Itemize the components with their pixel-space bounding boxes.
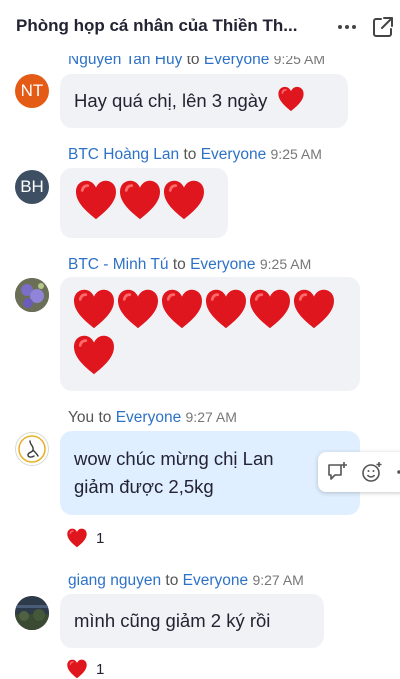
landscape-photo-icon xyxy=(15,596,49,630)
message-meta: giang nguyen to Everyone 9:27 AM xyxy=(68,572,304,590)
heart-reaction-icon xyxy=(66,528,88,548)
message-bubble[interactable]: wow chúc mừng chị Lan giảm được 2,5kg xyxy=(60,431,360,515)
chat-header: Phòng họp cá nhân của Thiền Th... xyxy=(0,0,400,56)
heart-reaction-icon xyxy=(66,659,88,679)
avatar-initials: NT xyxy=(20,81,44,100)
timestamp: 9:25 AM xyxy=(270,146,322,162)
reply-in-thread-icon[interactable] xyxy=(326,460,350,484)
message-meta: BTC - Minh Tú to Everyone 9:25 AM xyxy=(68,256,311,274)
message-bubble[interactable]: Hay quá chị, lên 3 ngày xyxy=(60,74,348,128)
flower-photo-icon xyxy=(15,278,49,312)
avatar xyxy=(15,278,49,312)
avatar xyxy=(15,596,49,630)
message-text-line: giảm được 2,5kg xyxy=(74,476,214,497)
heart-emoji xyxy=(292,288,336,330)
message-meta: You to Everyone 9:27 AM xyxy=(68,409,237,427)
meeting-title: Phòng họp cá nhân của Thiền Th... xyxy=(16,16,298,35)
to-label: to xyxy=(183,146,197,163)
message-text: mình cũng giảm 2 ký rồi xyxy=(74,610,271,631)
heart-emoji xyxy=(277,86,305,112)
timestamp: 9:25 AM xyxy=(259,256,312,272)
heart-emoji xyxy=(74,179,118,221)
message-bubble[interactable]: mình cũng giảm 2 ký rồi xyxy=(60,594,324,648)
reaction-count: 1 xyxy=(96,660,105,678)
recipient-name[interactable]: Everyone xyxy=(116,409,181,426)
reaction-count: 1 xyxy=(96,529,105,547)
to-label: to xyxy=(165,572,179,589)
message-meta: BTC Hoàng Lan to Everyone 9:25 AM xyxy=(68,146,322,164)
to-label: to xyxy=(98,409,112,426)
heart-emoji xyxy=(248,288,292,330)
heart-emoji xyxy=(160,288,204,330)
heart-emoji xyxy=(116,288,160,330)
more-actions-icon[interactable] xyxy=(394,460,400,484)
recipient-name[interactable]: Everyone xyxy=(190,256,255,273)
message-text-line: wow chúc mừng chị Lan xyxy=(74,448,274,469)
reaction-chip[interactable]: 1 xyxy=(66,659,104,679)
heart-emoji xyxy=(72,288,116,330)
add-reaction-icon[interactable] xyxy=(360,460,384,484)
sender-name[interactable]: giang nguyen xyxy=(68,572,161,589)
sender-name[interactable]: BTC - Minh Tú xyxy=(68,256,169,273)
timestamp: 9:27 AM xyxy=(185,409,237,425)
avatar xyxy=(15,432,49,466)
heart-emoji xyxy=(162,179,206,221)
user-avatar-icon xyxy=(18,435,46,463)
reaction-chip[interactable]: 1 xyxy=(66,528,104,548)
recipient-name[interactable]: Everyone xyxy=(183,572,248,589)
heart-emoji xyxy=(204,288,248,330)
avatar-initials: BH xyxy=(20,177,44,196)
chat-panel: NT Nguyen Tan Huy to Everyone 9:25 AM Ha… xyxy=(0,0,400,673)
pop-out-icon[interactable] xyxy=(370,14,396,40)
sender-name[interactable]: BTC Hoàng Lan xyxy=(68,146,179,163)
sender-name: You xyxy=(68,409,95,426)
heart-emoji xyxy=(72,334,116,376)
avatar: NT xyxy=(15,74,49,108)
to-label: to xyxy=(172,256,186,273)
avatar: BH xyxy=(15,170,49,204)
recipient-name[interactable]: Everyone xyxy=(201,146,266,163)
more-options-icon[interactable] xyxy=(334,14,360,40)
message-hover-toolbar xyxy=(318,452,400,492)
message-bubble[interactable] xyxy=(60,168,228,238)
message-text: Hay quá chị, lên 3 ngày xyxy=(74,90,268,111)
timestamp: 9:27 AM xyxy=(252,572,304,588)
message-bubble[interactable] xyxy=(60,277,360,391)
heart-emoji xyxy=(118,179,162,221)
